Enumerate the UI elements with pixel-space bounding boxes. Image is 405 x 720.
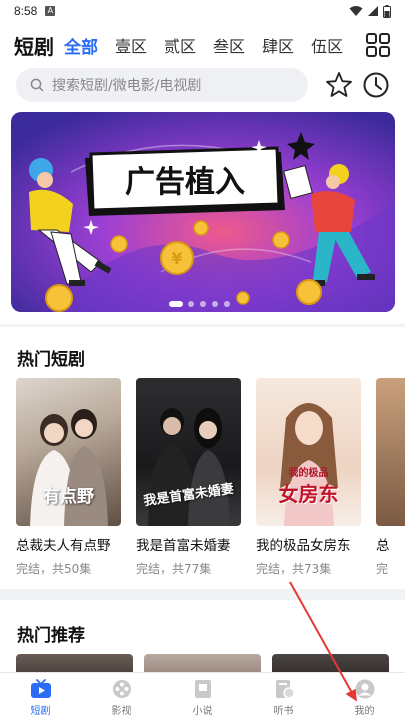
tab-audiobooks[interactable]: 听书 — [243, 673, 324, 720]
tab-dramas[interactable]: 短剧 — [0, 673, 81, 720]
poster-title: 有点野 — [43, 487, 94, 507]
poster-subtitle: 我的极品 — [288, 468, 329, 479]
app-title: 短剧 — [14, 34, 54, 59]
wifi-icon — [349, 6, 363, 16]
status-bar: 8:58 A — [0, 0, 405, 22]
drama-meta: 完结，共50集 — [16, 562, 92, 576]
banner-section: 广告植入 ¥ — [0, 106, 405, 324]
drama-card[interactable]: 有点野 总裁夫人有点野 完结，共50集 — [16, 378, 121, 577]
tab-zone-1[interactable]: 壹区 — [115, 33, 147, 57]
poster-image: 我的极品 女房东 — [256, 378, 361, 526]
drama-card[interactable]: 我是首富未婚妻 我是首富未婚妻 完结，共77集 — [136, 378, 241, 577]
recommend-card[interactable] — [16, 654, 133, 672]
tab-zone-2[interactable]: 贰区 — [164, 33, 196, 57]
drama-title: 总 — [376, 538, 390, 554]
poster-image — [376, 378, 405, 526]
drama-title: 总裁夫人有点野 — [16, 538, 111, 554]
poster-title: 女房东 — [278, 482, 339, 506]
drama-title: 我是首富未婚妻 — [136, 538, 231, 554]
banner-illustration: 广告植入 ¥ — [11, 112, 395, 312]
tab-movies[interactable]: 影视 — [81, 673, 162, 720]
search-input[interactable]: 搜索短剧/微电影/电视剧 — [16, 68, 308, 102]
category-grid-icon[interactable] — [365, 32, 391, 58]
status-icons — [349, 4, 391, 18]
section-title: 热门短剧 — [17, 350, 85, 370]
film-reel-icon — [112, 680, 131, 698]
recommend-card[interactable] — [272, 654, 389, 672]
recommend-section: 热门推荐 — [0, 600, 405, 672]
tab-label: 影视 — [111, 706, 132, 717]
tab-zone-5[interactable]: 伍区 — [311, 33, 343, 57]
cell-signal-icon — [368, 6, 378, 16]
tab-label: 听书 — [273, 706, 294, 717]
tab-mine[interactable]: 我的 — [324, 673, 405, 720]
tab-label: 小说 — [192, 706, 213, 717]
search-row: 搜索短剧/微电影/电视剧 — [0, 68, 405, 102]
history-clock-icon[interactable] — [362, 71, 390, 99]
status-time: 8:58 — [14, 4, 38, 18]
tab-zone-3[interactable]: 叁区 — [213, 33, 245, 57]
drama-meta: 完 — [376, 562, 389, 576]
svg-text:¥: ¥ — [171, 249, 182, 268]
search-icon — [30, 78, 44, 92]
drama-card[interactable]: 我的极品 女房东 我的极品女房东 完结，共73集 — [256, 378, 361, 577]
tab-zone-4[interactable]: 肆区 — [262, 33, 294, 57]
bottom-nav: 短剧 影视 小说 听书 我的 — [0, 672, 405, 720]
drama-meta: 完结，共77集 — [136, 562, 212, 576]
category-nav: 短剧 全部 壹区 贰区 叁区 肆区 伍区 — [0, 28, 405, 62]
tab-label: 我的 — [354, 706, 375, 717]
book-icon — [194, 680, 211, 698]
favorite-star-icon[interactable] — [325, 71, 353, 99]
recommend-card[interactable] — [144, 654, 261, 672]
tab-all[interactable]: 全部 — [64, 33, 98, 58]
notification-badge-icon: A — [45, 6, 56, 16]
ad-banner[interactable]: 广告植入 ¥ — [11, 112, 395, 312]
headphone-book-icon — [275, 680, 295, 699]
user-icon — [355, 679, 374, 699]
banner-headline: 广告植入 — [125, 165, 245, 200]
battery-icon — [383, 4, 391, 18]
hot-dramas-section: 热门短剧 有点野 总裁夫人有点野 完结，共50集 我是首富未婚妻 我是首富未婚妻… — [0, 327, 405, 589]
section-title: 热门推荐 — [17, 626, 85, 646]
tab-novels[interactable]: 小说 — [162, 673, 243, 720]
poster-image: 有点野 — [16, 378, 121, 526]
drama-meta: 完结，共73集 — [256, 562, 332, 576]
tv-icon — [30, 679, 51, 698]
drama-title: 我的极品女房东 — [256, 538, 351, 554]
poster-image: 我是首富未婚妻 — [136, 378, 241, 526]
top-header: 短剧 全部 壹区 贰区 叁区 肆区 伍区 搜索短剧/微电影/电视剧 — [0, 22, 405, 106]
drama-card[interactable]: 总 完 — [376, 378, 405, 577]
search-placeholder: 搜索短剧/微电影/电视剧 — [52, 78, 202, 94]
tab-label: 短剧 — [30, 706, 51, 717]
